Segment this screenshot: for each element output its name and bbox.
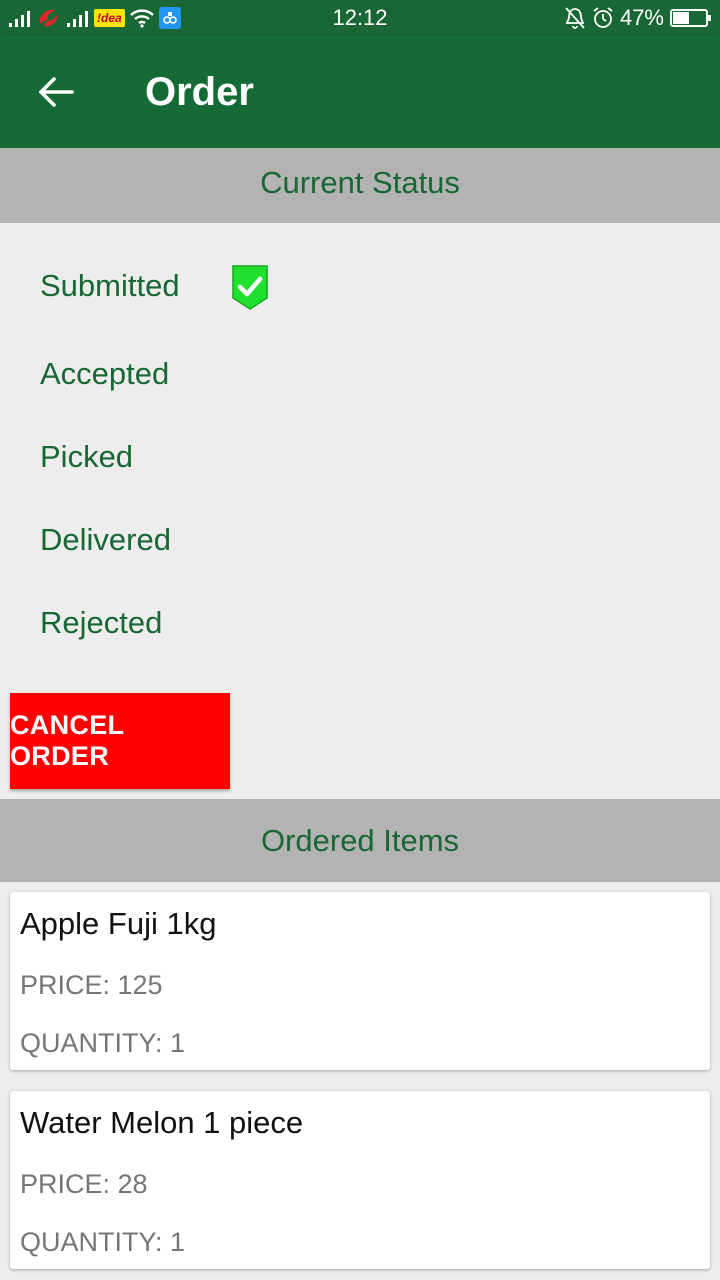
item-price: PRICE: 125 (20, 970, 163, 1000)
battery-percent: 47% (619, 5, 664, 30)
ordered-item-card[interactable]: Apple Fuji 1kg PRICE: 125 QUANTITY: 1 (10, 892, 710, 1070)
item-name: Apple Fuji 1kg (20, 906, 217, 941)
item-name: Water Melon 1 piece (20, 1105, 304, 1140)
status-step-rejected: Rejected (40, 605, 163, 640)
alarm-clock-icon (593, 7, 613, 28)
cancel-order-button[interactable]: CANCEL ORDER (10, 693, 230, 789)
check-shield-icon (232, 265, 268, 310)
ordered-items-header: Ordered Items (0, 799, 720, 882)
back-button[interactable] (34, 72, 78, 112)
status-step-delivered: Delivered (40, 522, 171, 557)
current-status-header: Current Status (0, 148, 720, 223)
bell-muted-icon (565, 7, 585, 29)
ordered-item-card[interactable]: Water Melon 1 piece PRICE: 28 QUANTITY: … (10, 1091, 710, 1269)
page-title: Order (145, 70, 254, 114)
item-quantity: QUANTITY: 1 (20, 1227, 186, 1257)
battery-icon (670, 9, 711, 27)
status-step-picked: Picked (40, 439, 134, 474)
status-bar: !dea 12:12 47% (0, 0, 720, 36)
app-bar: Order (0, 36, 720, 148)
status-bar-right-icons: 47% (564, 4, 712, 32)
item-price: PRICE: 28 (20, 1169, 148, 1199)
status-step-accepted: Accepted (40, 356, 170, 391)
item-quantity: QUANTITY: 1 (20, 1028, 186, 1058)
arrow-left-icon (39, 77, 74, 107)
status-step-submitted: Submitted (40, 268, 180, 303)
